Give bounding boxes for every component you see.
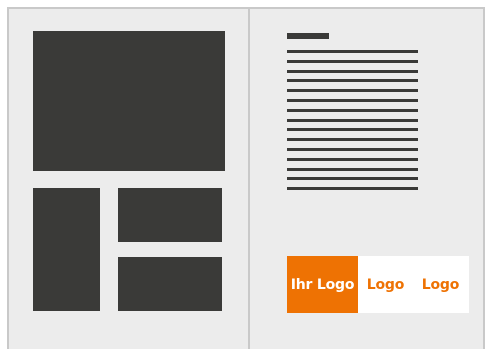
text-line-placeholder <box>287 99 418 102</box>
text-line-placeholder <box>287 168 418 171</box>
image-placeholder-small-top <box>118 188 222 242</box>
logo-strip: Ihr Logo Logo Logo <box>287 256 469 313</box>
text-line-placeholder <box>287 70 418 73</box>
text-line-placeholder <box>287 79 418 82</box>
text-line-placeholder <box>287 187 418 190</box>
logo-tertiary: Logo <box>421 276 460 293</box>
text-line-placeholder <box>287 128 418 131</box>
logo-primary: Ihr Logo <box>287 256 358 313</box>
text-line-placeholder <box>287 50 418 53</box>
page-fold-divider <box>248 7 250 349</box>
image-placeholder-large <box>33 31 225 171</box>
text-line-placeholder <box>287 109 418 112</box>
image-placeholder-small-bottom <box>118 257 222 311</box>
text-line-placeholder <box>287 158 418 161</box>
image-placeholder-tall <box>33 188 100 311</box>
logo-secondary: Logo <box>366 276 405 293</box>
text-line-placeholder <box>287 119 418 122</box>
text-line-placeholder <box>287 60 418 63</box>
text-line-placeholder <box>287 177 418 180</box>
text-line-placeholder <box>287 138 418 141</box>
headline-placeholder <box>287 33 329 39</box>
text-line-placeholder <box>287 89 418 92</box>
text-line-placeholder <box>287 148 418 151</box>
